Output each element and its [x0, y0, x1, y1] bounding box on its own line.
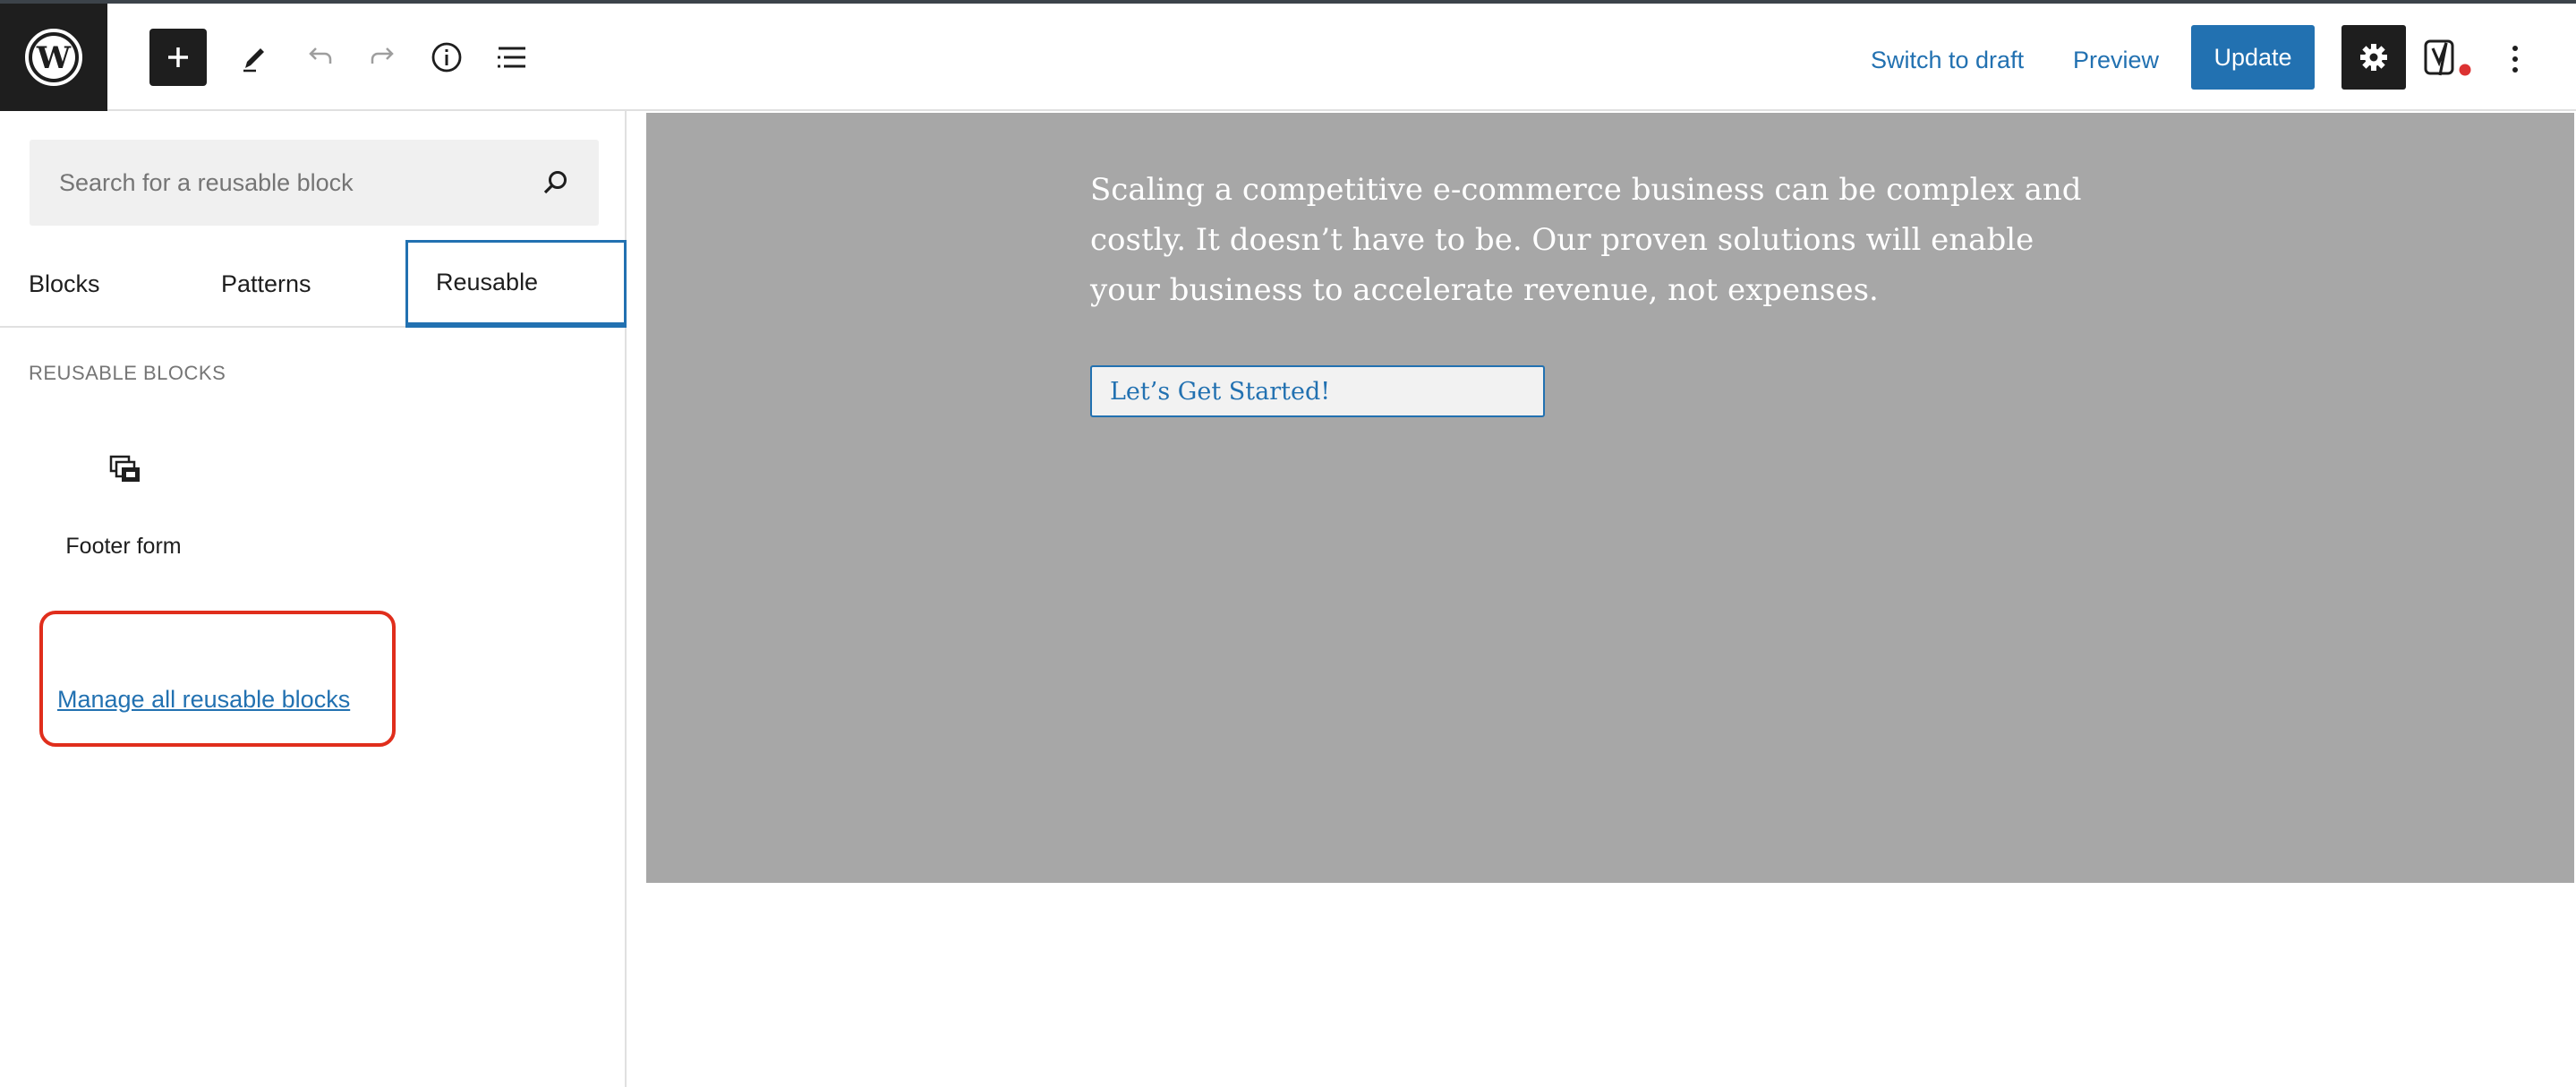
- preview-button[interactable]: Preview: [2073, 45, 2159, 75]
- block-inserter-panel: Blocks Patterns Reusable Reusable blocks…: [0, 111, 627, 1087]
- reusable-block-item[interactable]: Footer form: [36, 441, 211, 566]
- editor-header: W Switch to draft Preview Update: [0, 4, 2576, 111]
- editor-canvas: Scaling a competitive e-commerce busines…: [646, 113, 2574, 883]
- manage-reusable-blocks-link[interactable]: Manage all reusable blocks: [57, 686, 350, 714]
- tab-blocks[interactable]: Blocks: [29, 242, 190, 326]
- update-button[interactable]: Update: [2191, 25, 2315, 90]
- wordpress-logo[interactable]: W: [0, 4, 107, 111]
- section-title: Reusable blocks: [29, 362, 226, 384]
- pencil-icon[interactable]: [226, 29, 283, 86]
- highlight-box: [39, 611, 396, 747]
- get-started-button[interactable]: Let’s Get Started!: [1090, 365, 1545, 417]
- svg-text:W: W: [36, 40, 72, 76]
- gear-icon[interactable]: [2341, 25, 2406, 90]
- yoast-icon[interactable]: [2422, 34, 2476, 84]
- list-view-icon[interactable]: [483, 29, 541, 86]
- redo-icon[interactable]: [354, 29, 412, 86]
- tab-reusable[interactable]: Reusable: [405, 240, 627, 328]
- reusable-block-icon: [107, 453, 143, 489]
- search-box: [30, 140, 599, 226]
- info-icon[interactable]: [418, 29, 475, 86]
- search-input[interactable]: [30, 140, 531, 226]
- more-vertical-icon[interactable]: [2497, 30, 2533, 88]
- hero-paragraph[interactable]: Scaling a competitive e-commerce busines…: [1090, 165, 2111, 315]
- tab-patterns[interactable]: Patterns: [221, 242, 400, 326]
- inserter-tabs: Blocks Patterns Reusable: [0, 240, 627, 328]
- undo-icon[interactable]: [291, 29, 348, 86]
- switch-to-draft-button[interactable]: Switch to draft: [1871, 45, 2024, 75]
- search-icon[interactable]: [540, 167, 572, 199]
- block-label: Footer form: [65, 534, 182, 559]
- plus-icon[interactable]: [149, 29, 207, 86]
